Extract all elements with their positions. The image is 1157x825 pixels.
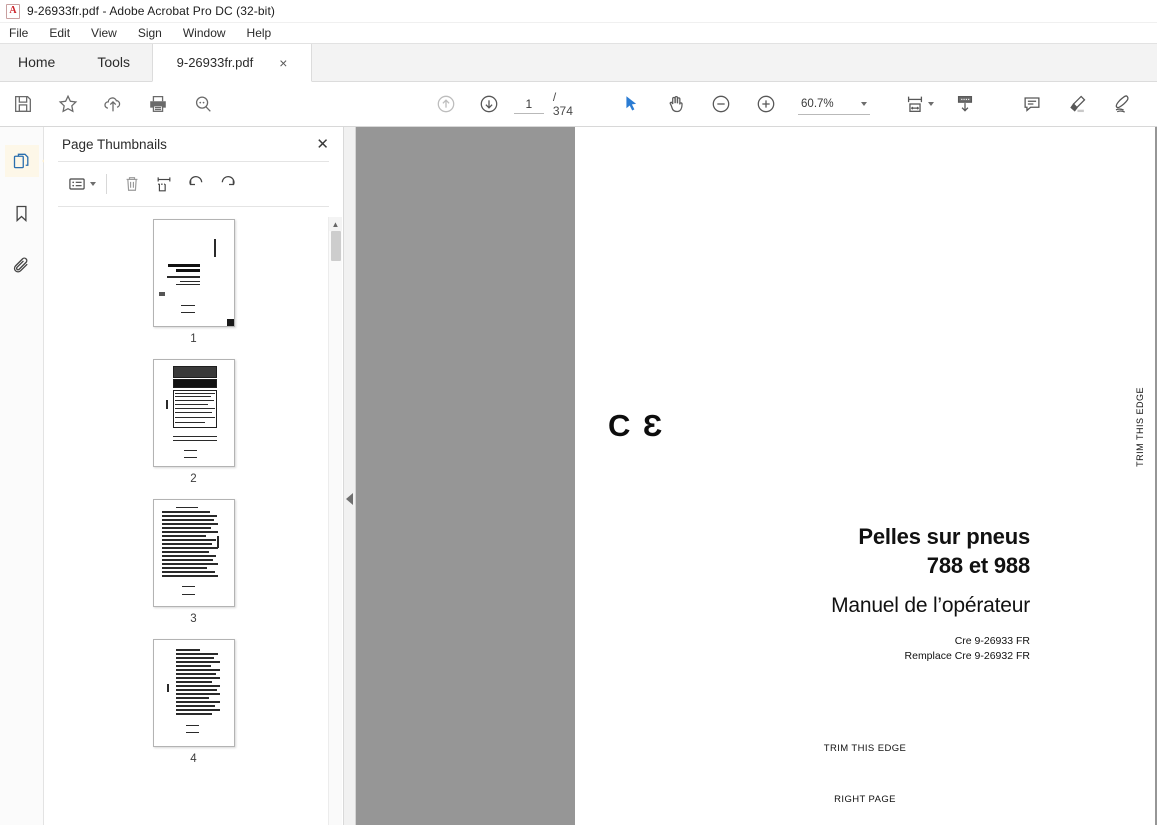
- thumbnail-item[interactable]: 1: [44, 219, 343, 345]
- toolbar-tools-group: 60.7%: [608, 82, 872, 126]
- printer-icon[interactable]: [135, 82, 180, 126]
- thumbnail-list[interactable]: 1 2 3 4: [44, 207, 343, 825]
- current-page-marker: [226, 319, 234, 326]
- save-button[interactable]: [0, 82, 45, 126]
- thumbnail-item[interactable]: 4: [44, 639, 343, 765]
- document-subtitle: Manuel de l’opérateur: [831, 594, 1030, 618]
- comment-bubble-icon[interactable]: [1009, 82, 1054, 126]
- close-icon[interactable]: ×: [279, 56, 287, 70]
- tab-document-label: 9-26933fr.pdf: [176, 55, 254, 70]
- window-title: 9-26933fr.pdf - Adobe Acrobat Pro DC (32…: [27, 4, 275, 18]
- sidebar-item-bookmarks[interactable]: [5, 197, 39, 229]
- toolbar-nav-group: / 374: [425, 82, 578, 126]
- tab-home-label: Home: [18, 54, 56, 70]
- tab-bar: Home Tools 9-26933fr.pdf ×: [0, 44, 1157, 82]
- menu-sign[interactable]: Sign: [136, 25, 164, 41]
- menu-edit[interactable]: Edit: [47, 25, 72, 41]
- tab-tools-label: Tools: [97, 54, 131, 70]
- close-icon[interactable]: ✕: [316, 137, 329, 152]
- workspace: Page Thumbnails ✕ 1 2 3 4 ▲ TRIM THIS ED…: [0, 127, 1157, 825]
- right-page-label: RIGHT PAGE: [834, 794, 896, 805]
- title-bar: A 9-26933fr.pdf - Adobe Acrobat Pro DC (…: [0, 0, 1157, 23]
- document-title-line1: Pelles sur pneus: [858, 524, 1030, 549]
- panel-tool-separator: [106, 174, 107, 194]
- trim-edge-bottom-label: TRIM THIS EDGE: [823, 743, 907, 754]
- thumbnail-number: 3: [190, 613, 197, 625]
- next-page-button[interactable]: [467, 82, 509, 126]
- thumbnail-item[interactable]: 3: [44, 499, 343, 625]
- panel-toolbar: [44, 162, 343, 206]
- thumbnail-number: 4: [190, 753, 197, 765]
- thumbnail-page-image[interactable]: [152, 359, 235, 467]
- cloud-upload-icon[interactable]: [90, 82, 135, 126]
- zoom-level-dropdown[interactable]: 60.7%: [798, 93, 871, 115]
- thumbnail-scrollbar[interactable]: ▲: [328, 217, 342, 825]
- chevron-down-icon[interactable]: [90, 182, 96, 186]
- highlighter-pen-icon[interactable]: [1054, 82, 1099, 126]
- zoom-level-value: 60.7%: [801, 97, 834, 110]
- fill-sign-icon[interactable]: [1144, 82, 1157, 126]
- menu-file[interactable]: File: [7, 25, 30, 41]
- scroll-up-arrow-icon[interactable]: ▲: [329, 217, 342, 231]
- navigation-rail: [0, 127, 44, 825]
- document-title-line2: 788 et 988: [926, 553, 1030, 579]
- page-thumbnails-panel: Page Thumbnails ✕ 1 2 3 4 ▲: [44, 127, 344, 825]
- fit-options-chevron-icon[interactable]: [928, 102, 935, 106]
- menu-window[interactable]: Window: [181, 25, 228, 41]
- scrollbar-thumb[interactable]: [331, 231, 341, 261]
- menu-view[interactable]: View: [89, 25, 119, 41]
- ce-mark: C Ɛ: [608, 408, 664, 443]
- thumbnail-page-image[interactable]: [152, 499, 235, 607]
- trim-edge-side-label: TRIM THIS EDGE: [1135, 387, 1145, 467]
- main-toolbar: / 374: [0, 82, 1157, 127]
- acrobat-window: A 9-26933fr.pdf - Adobe Acrobat Pro DC (…: [0, 0, 1157, 825]
- document-viewport[interactable]: TRIM THIS EDGE Pelles sur pneus 788 et 9…: [356, 127, 1157, 825]
- search-magnifier-icon[interactable]: [180, 82, 225, 126]
- extract-pages-icon[interactable]: [149, 169, 179, 199]
- hand-pan-icon[interactable]: [653, 82, 698, 126]
- panel-title: Page Thumbnails: [62, 136, 167, 152]
- tab-home[interactable]: Home: [0, 43, 75, 81]
- plus-circle-icon[interactable]: [743, 82, 788, 126]
- tab-document[interactable]: 9-26933fr.pdf ×: [152, 44, 313, 82]
- sidebar-item-attachments[interactable]: [5, 249, 39, 281]
- panel-resize-divider[interactable]: [344, 127, 356, 825]
- trash-icon[interactable]: [117, 169, 147, 199]
- cursor-arrow-icon[interactable]: [608, 82, 653, 126]
- star-icon[interactable]: [45, 82, 90, 126]
- thumbnail-page-image[interactable]: [152, 639, 235, 747]
- rotate-cw-icon[interactable]: [213, 169, 243, 199]
- tab-tools[interactable]: Tools: [75, 43, 152, 81]
- page-number-input[interactable]: [513, 94, 544, 114]
- signature-pen-icon[interactable]: [1099, 82, 1144, 126]
- toolbar-view-group: [896, 82, 987, 126]
- toolbar-annotate-group: [1009, 82, 1157, 126]
- collapse-panel-arrow-icon[interactable]: [346, 493, 353, 505]
- thumbnail-number: 1: [190, 333, 197, 345]
- cover-title-block: Pelles sur pneus 788 et 988 Manuel de l’…: [831, 522, 1030, 664]
- previous-page-button[interactable]: [425, 82, 467, 126]
- menu-bar: File Edit View Sign Window Help: [0, 23, 1157, 44]
- rotate-ccw-icon[interactable]: [181, 169, 211, 199]
- document-code-line2: Remplace Cre 9-26932 FR: [904, 649, 1030, 662]
- page-scroll-icon[interactable]: [942, 82, 987, 126]
- document-code-line1: Cre 9-26933 FR: [954, 635, 1030, 648]
- menu-help[interactable]: Help: [245, 25, 274, 41]
- acrobat-icon: A: [6, 3, 20, 19]
- chevron-down-icon: [861, 101, 868, 106]
- sidebar-item-page-thumbnails[interactable]: [4, 145, 39, 177]
- panel-header: Page Thumbnails ✕: [44, 127, 343, 161]
- pdf-page: TRIM THIS EDGE Pelles sur pneus 788 et 9…: [575, 127, 1155, 825]
- toolbar-left-group: [0, 82, 225, 126]
- page-total-label: / 374: [552, 90, 573, 118]
- thumbnail-item[interactable]: 2: [44, 359, 343, 485]
- minus-circle-icon[interactable]: [698, 82, 743, 126]
- thumbnail-number: 2: [190, 473, 197, 485]
- thumbnail-page-image[interactable]: [152, 219, 235, 327]
